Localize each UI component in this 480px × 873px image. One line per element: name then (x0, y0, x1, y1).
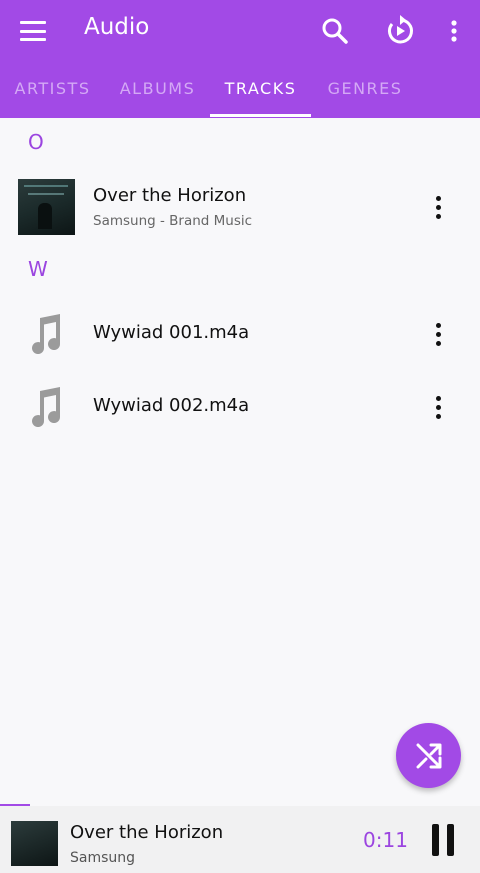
album-art (18, 179, 75, 235)
track-row[interactable]: Wywiad 001.m4a (0, 300, 480, 368)
now-playing-title: Over the Horizon (70, 822, 224, 843)
track-subtitle: Samsung - Brand Music (93, 213, 253, 229)
page-title: Audio (84, 14, 150, 40)
tab-artists[interactable]: ARTISTS (0, 66, 105, 118)
track-row[interactable]: Wywiad 002.m4a (0, 373, 480, 441)
tab-indicator (210, 114, 311, 117)
tab-albums[interactable]: ALBUMS (105, 66, 210, 118)
track-title: Wywiad 002.m4a (93, 395, 250, 416)
section-header-o: O (28, 130, 44, 154)
tab-genres[interactable]: GENRES (311, 66, 419, 118)
track-title: Wywiad 001.m4a (93, 322, 250, 343)
track-menu-icon[interactable] (428, 316, 448, 352)
track-menu-icon[interactable] (428, 389, 448, 425)
menu-icon[interactable] (18, 18, 48, 44)
tab-tracks[interactable]: TRACKS (210, 66, 311, 118)
mini-player[interactable]: Over the Horizon Samsung 0:11 (0, 806, 480, 873)
pause-icon[interactable] (430, 824, 456, 856)
shuffle-icon (416, 743, 441, 768)
music-note-icon (32, 387, 61, 428)
search-icon[interactable] (318, 14, 352, 48)
track-menu-icon[interactable] (428, 189, 448, 225)
track-row[interactable]: Over the Horizon Samsung - Brand Music (0, 173, 480, 241)
more-vert-icon[interactable] (437, 14, 471, 48)
app-bar: Audio ARTISTS ALBUMS TRACKS GENRES (0, 0, 480, 118)
history-icon[interactable] (383, 14, 417, 48)
tab-bar: ARTISTS ALBUMS TRACKS GENRES (0, 66, 480, 118)
now-playing-artist: Samsung (70, 850, 136, 866)
shuffle-button[interactable] (396, 723, 461, 788)
section-header-w: W (28, 257, 48, 281)
music-note-icon (32, 314, 61, 355)
track-title: Over the Horizon (93, 185, 247, 206)
now-playing-art (11, 821, 58, 866)
elapsed-time: 0:11 (363, 828, 408, 852)
